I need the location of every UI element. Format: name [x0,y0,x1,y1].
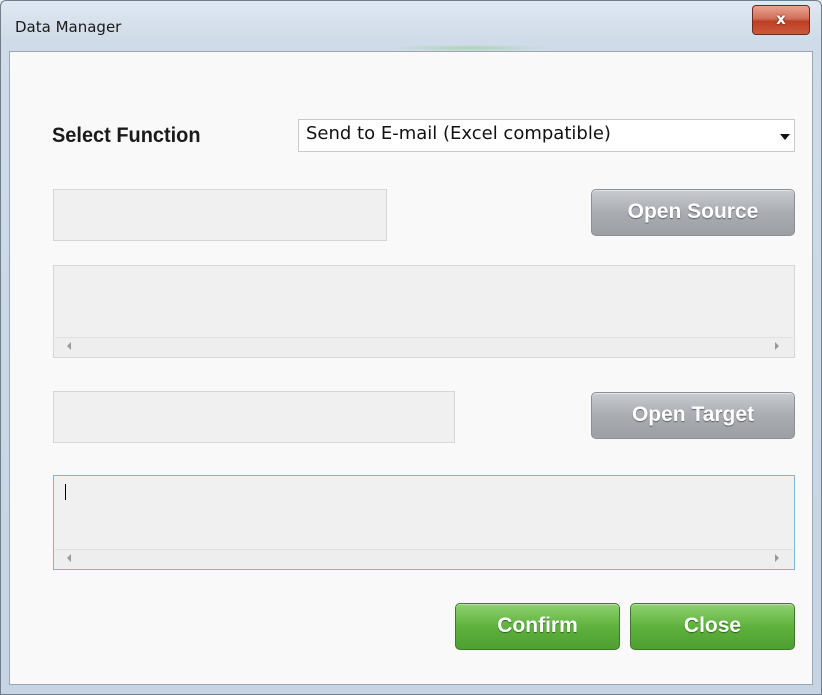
source-horizontal-scrollbar[interactable] [55,337,793,356]
function-select-value: Send to E-mail (Excel compatible) [306,123,611,144]
scroll-right-arrow-icon[interactable] [775,554,779,562]
open-target-button[interactable]: Open Target [591,392,795,439]
title-bar[interactable]: Data Manager x [1,1,821,51]
dropdown-arrow-icon[interactable] [780,134,790,140]
target-content-box[interactable] [53,475,795,570]
text-caret [65,484,66,500]
open-source-button[interactable]: Open Source [591,189,795,236]
confirm-button[interactable]: Confirm [455,603,620,650]
source-content-box[interactable] [53,265,795,358]
close-button[interactable]: Close [630,603,795,650]
scroll-left-arrow-icon[interactable] [67,554,71,562]
select-function-label: Select Function [52,124,201,147]
close-icon[interactable]: x [752,5,810,35]
function-select[interactable]: Send to E-mail (Excel compatible) [298,119,795,152]
source-path-field[interactable] [53,189,387,241]
scroll-left-arrow-icon[interactable] [67,342,71,350]
target-horizontal-scrollbar[interactable] [55,549,793,568]
window-title: Data Manager [15,18,122,36]
target-path-field[interactable] [53,391,455,443]
scroll-right-arrow-icon[interactable] [775,342,779,350]
